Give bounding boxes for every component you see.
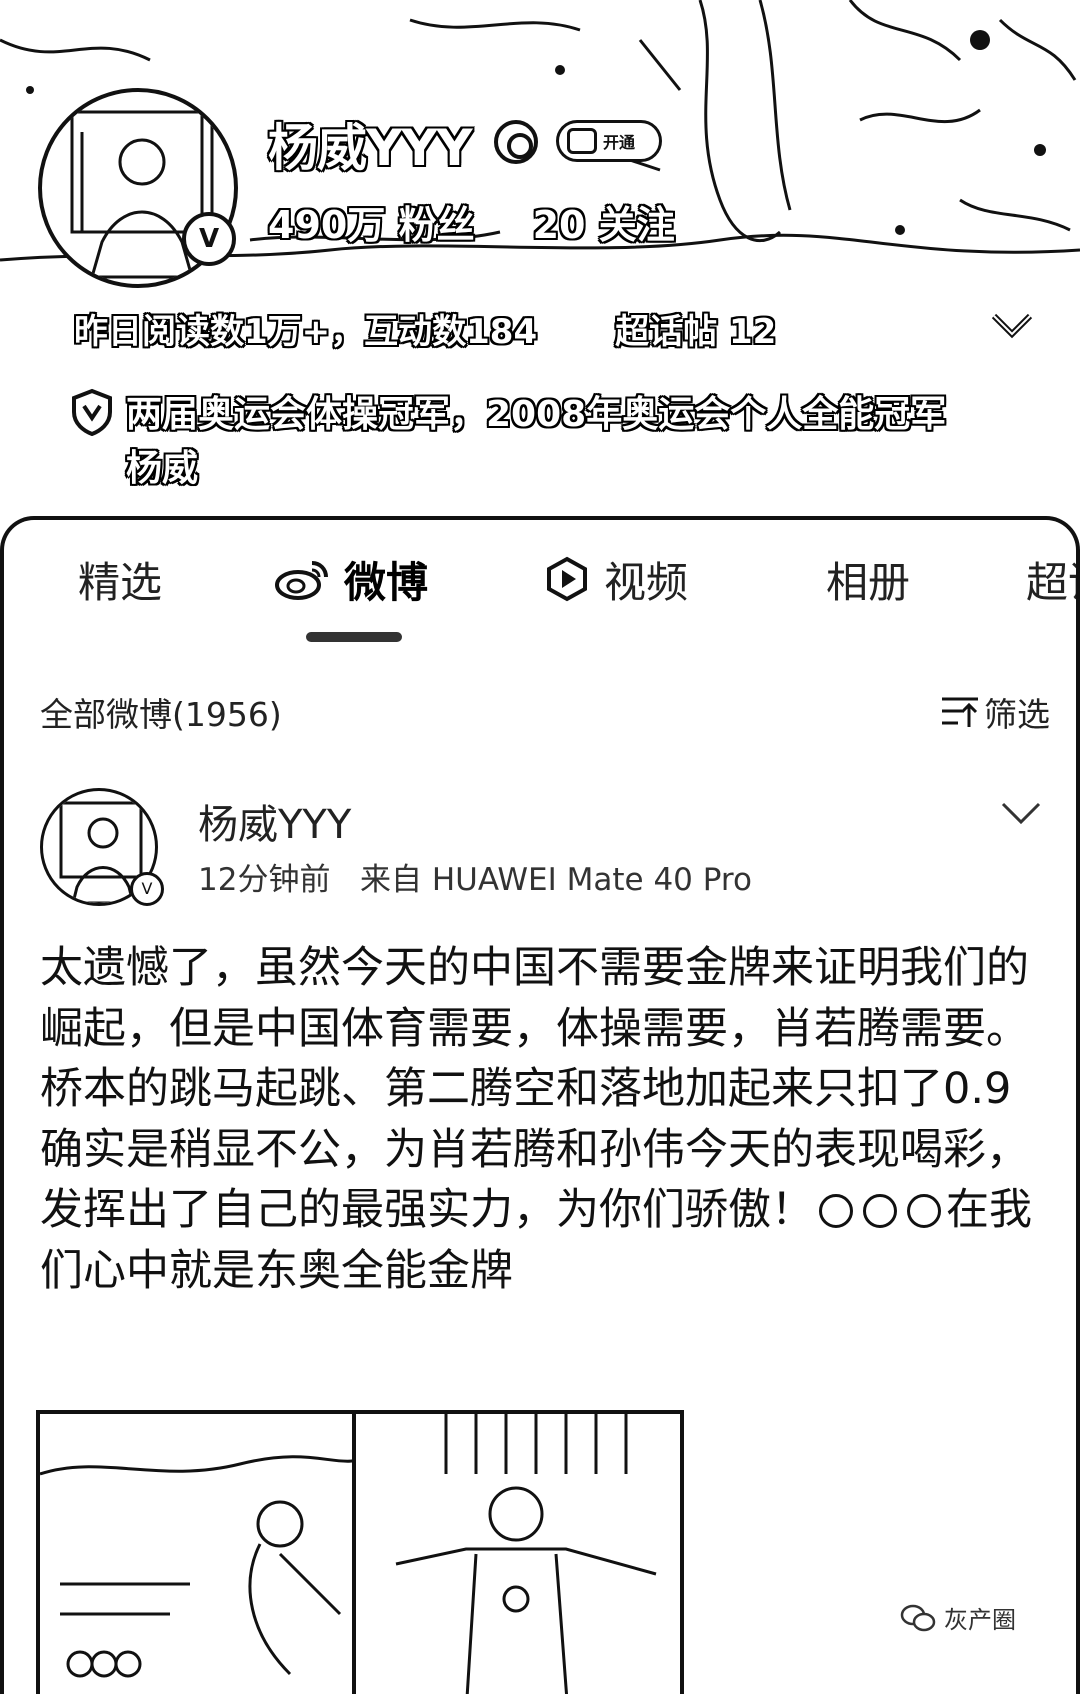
post-meta: 12分钟前 来自 HUAWEI Mate 40 Pro (198, 854, 752, 899)
verified-badge-icon: V (182, 212, 236, 266)
chevron-down-icon[interactable] (1000, 800, 1042, 826)
profile-bio: 两届奥运会体操冠军，2008年奥运会个人全能冠军杨威 (126, 394, 947, 489)
clap-emoji-icon (907, 1194, 941, 1228)
post-author-name[interactable]: 杨威YYY (198, 792, 351, 850)
video-icon (547, 556, 587, 602)
post-header: V 杨威YYY 12分钟前 来自 HUAWEI Mate 40 Pro (40, 788, 1050, 908)
post-body: 太遗憾了，虽然今天的中国不需要金牌来证明我们的崛起，但是中国体育需要，体操需要，… (40, 938, 1050, 1301)
followers-count: 490万 (268, 203, 386, 247)
profile-name: 杨威YYY (268, 119, 473, 177)
tab-featured[interactable]: 精选 (78, 544, 162, 614)
tab-supertopic[interactable]: 超话 (1026, 544, 1076, 614)
content-card: 精选 微博 视频 相册 超话 全部微博(1956) (0, 516, 1080, 1694)
clap-emoji-icon (863, 1194, 897, 1228)
tab-weibo[interactable]: 微博 (274, 544, 428, 614)
filter-button[interactable]: 筛选 (940, 688, 1050, 736)
chevron-down-icon[interactable] (990, 310, 1034, 340)
activity-stats: 昨日阅读数1万+，互动数184 (74, 312, 538, 352)
weibo-icon (275, 561, 328, 600)
active-tab-indicator (306, 632, 402, 642)
post-image-1[interactable] (36, 1410, 368, 1694)
tab-album[interactable]: 相册 (826, 544, 910, 614)
tab-label: 超话 (1026, 557, 1076, 607)
watermark-text: 灰产圈 (944, 1606, 1016, 1634)
tab-label: 精选 (78, 557, 163, 607)
post-time: 12分钟前 (198, 862, 331, 898)
profile-header: V 杨威YYY 开通 490万 粉丝 20 关注 昨日阅读数1万+，互动数184… (0, 0, 1080, 520)
post-image-2[interactable] (352, 1410, 684, 1694)
followers-stat[interactable]: 490万 粉丝 (268, 194, 475, 249)
vip-diamond-icon (567, 128, 597, 154)
filter-label: 筛选 (984, 695, 1050, 734)
following-count: 20 (532, 203, 586, 247)
tab-label: 微博 (344, 557, 429, 607)
profile-tabs: 精选 微博 视频 相册 超话 (4, 544, 1076, 614)
tab-label: 相册 (826, 557, 911, 607)
clap-emoji-icon (819, 1194, 853, 1228)
followers-label: 粉丝 (398, 203, 475, 247)
vip-label: 开通 (603, 133, 636, 152)
post-images (36, 1410, 1056, 1694)
post-source: 来自 HUAWEI Mate 40 Pro (360, 862, 752, 898)
vip-open-button[interactable]: 开通 (556, 120, 662, 162)
filter-icon (942, 697, 978, 727)
watermark: 灰产圈 (900, 1600, 1016, 1635)
supertopic-count[interactable]: 超话帖 12 (615, 304, 776, 353)
following-label: 关注 (598, 203, 675, 247)
wechat-icon (900, 1604, 936, 1631)
tab-video[interactable]: 视频 (544, 544, 688, 614)
shield-icon (72, 388, 112, 436)
gold-medal-icon[interactable] (494, 120, 538, 164)
verified-badge-icon: V (130, 872, 164, 906)
post-text-main: 太遗憾了，虽然今天的中国不需要金牌来证明我们的崛起，但是中国体育需要，体操需要，… (40, 943, 1029, 1235)
post-count-label: 全部微博(1956) (40, 695, 282, 734)
tab-label: 视频 (604, 557, 689, 607)
following-stat[interactable]: 20 关注 (533, 194, 675, 249)
